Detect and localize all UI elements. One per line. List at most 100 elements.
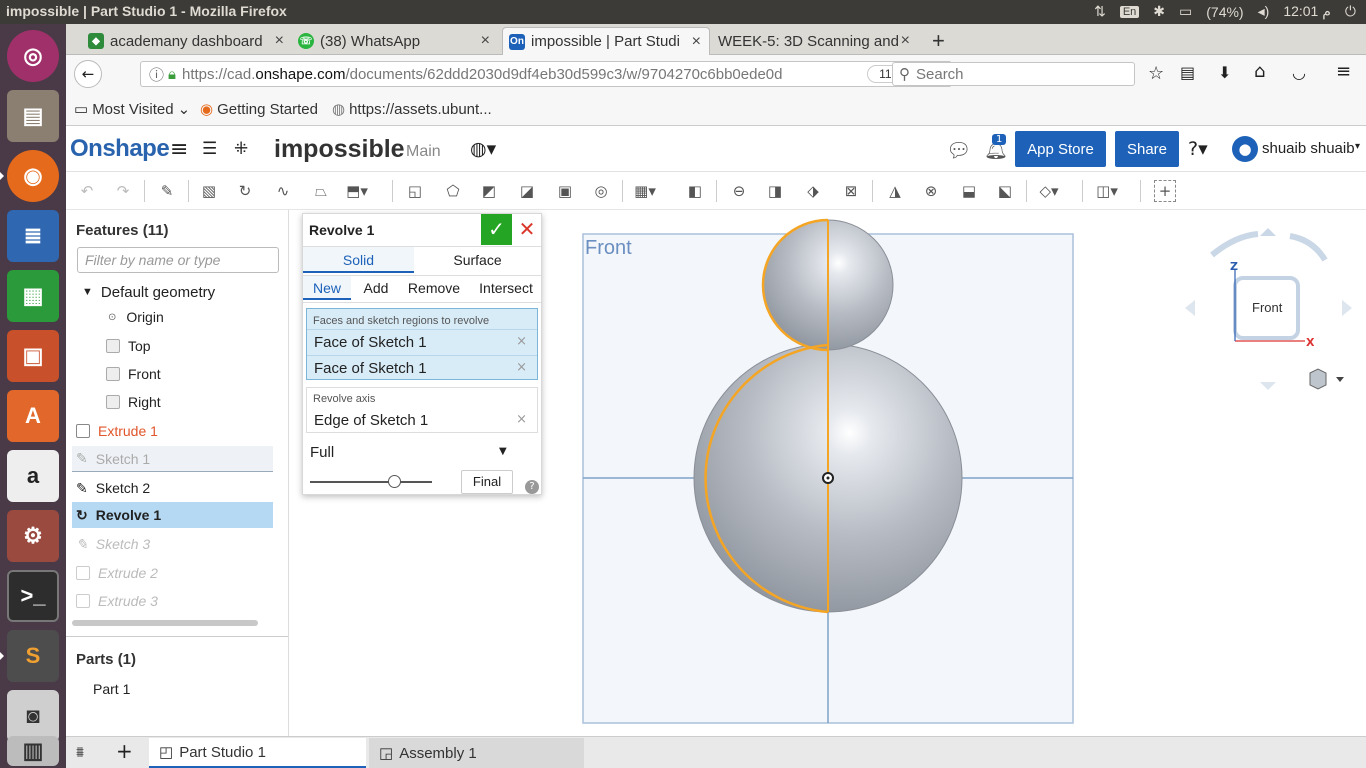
settings-icon[interactable]: ⚙: [7, 510, 59, 562]
avatar[interactable]: ●: [1232, 136, 1258, 162]
terminal-icon[interactable]: >_: [7, 570, 59, 622]
trash-icon[interactable]: ▥: [7, 736, 59, 766]
revolve-axis-box[interactable]: Revolve axis Edge of Sketch 1 ×: [306, 387, 538, 433]
fillet-icon[interactable]: ◱: [404, 180, 426, 202]
boolean-icon[interactable]: ⊖: [728, 180, 750, 202]
view-cube-face-label[interactable]: Front: [1252, 300, 1283, 315]
part-item[interactable]: Part 1: [93, 681, 130, 697]
user-menu-chevron-icon[interactable]: ▾: [1355, 141, 1360, 152]
plane-right-item[interactable]: Right: [106, 389, 321, 415]
tab-manager-icon[interactable]: ⩩: [76, 743, 84, 761]
hole-icon[interactable]: ◎: [590, 180, 612, 202]
pocket-icon[interactable]: ◡: [1292, 63, 1306, 82]
downloads-icon[interactable]: ⬇: [1218, 63, 1231, 82]
extrude-icon[interactable]: ▧: [198, 180, 220, 202]
feature-sketch-1[interactable]: ✎ Sketch 1: [72, 446, 273, 472]
tab-academany[interactable]: ◆ academany dashboard ×: [82, 27, 292, 55]
search-input[interactable]: ⚲ Search: [892, 62, 1135, 86]
loft-icon[interactable]: ⏢: [310, 180, 332, 202]
files-icon[interactable]: ▤: [7, 90, 59, 142]
feature-filter-input[interactable]: Filter by name or type: [77, 247, 279, 273]
shell-icon[interactable]: ▣: [554, 180, 576, 202]
sketch-icon[interactable]: ✎: [156, 180, 178, 202]
amazon-icon[interactable]: a: [7, 450, 59, 502]
keyboard-indicator[interactable]: En: [1119, 5, 1140, 18]
chevron-down-icon[interactable]: ▼: [82, 286, 93, 298]
feature-extrude-2[interactable]: Extrude 2: [76, 560, 291, 586]
most-visited-bookmark[interactable]: ▭ Most Visited ⌄: [74, 100, 190, 119]
add-custom-feature-icon[interactable]: +: [1154, 180, 1176, 202]
plane-front-item[interactable]: Front: [106, 361, 321, 387]
delete-part-icon[interactable]: ⊠: [840, 180, 862, 202]
tree-scrollbar[interactable]: [72, 620, 258, 626]
firefox-icon[interactable]: ◉: [0, 150, 59, 202]
home-icon[interactable]: ⌂: [1254, 61, 1265, 82]
cancel-button[interactable]: ✕: [512, 214, 542, 245]
sheet-metal-icon[interactable]: ◫▾: [1096, 180, 1118, 202]
user-name[interactable]: shuaib shuaib: [1262, 140, 1355, 157]
globe-share-icon[interactable]: ◍▾: [470, 138, 496, 160]
face-selection-item[interactable]: Face of Sketch 1 ×: [307, 355, 537, 380]
url-bar[interactable]: ⓘ 🔒︎ https://cad. onshape.com/documents/6…: [140, 61, 952, 87]
assets-bookmark[interactable]: ◍ https://assets.ubunt...: [332, 100, 492, 119]
onshape-logo[interactable]: Onshape: [70, 135, 170, 163]
feature-extrude-1[interactable]: Extrude 1: [76, 418, 291, 444]
close-tab-icon[interactable]: ×: [901, 32, 910, 50]
split-icon[interactable]: ◨: [764, 180, 786, 202]
final-button[interactable]: Final: [461, 470, 513, 494]
remove-selection-icon[interactable]: ×: [516, 412, 527, 427]
mirror-icon[interactable]: ◧: [684, 180, 706, 202]
plane-top-item[interactable]: Top: [106, 333, 321, 359]
close-tab-icon[interactable]: ×: [275, 32, 284, 50]
op-new[interactable]: New: [303, 276, 351, 300]
close-tab-icon[interactable]: ×: [692, 33, 701, 51]
hamburger-menu-icon[interactable]: ≡: [170, 137, 188, 162]
calc-icon[interactable]: ▦: [7, 270, 59, 322]
network-icon[interactable]: ⇅: [1094, 3, 1106, 20]
tab-onshape[interactable]: On impossible | Part Studi ×: [502, 27, 710, 55]
sweep-icon[interactable]: ∿: [272, 180, 294, 202]
help-icon[interactable]: ?: [525, 480, 539, 494]
remove-selection-icon[interactable]: ×: [516, 360, 527, 375]
document-name[interactable]: impossible: [274, 135, 405, 164]
info-icon[interactable]: ⓘ: [149, 64, 164, 85]
undo-icon[interactable]: ↶: [76, 180, 98, 202]
faces-selection-box[interactable]: Faces and sketch regions to revolve Face…: [306, 308, 538, 380]
feature-sketch-2[interactable]: ✎ Sketch 2: [76, 475, 291, 501]
add-tab-button[interactable]: +: [116, 739, 133, 763]
revolve-type-select[interactable]: Full ▼: [303, 440, 513, 466]
replace-face-icon[interactable]: ⬕: [994, 180, 1016, 202]
camera-icon[interactable]: ◙: [7, 690, 59, 742]
tab-week5[interactable]: WEEK-5: 3D Scanning and ×: [712, 27, 918, 55]
battery-icon[interactable]: ▭: [1179, 3, 1192, 20]
power-icon[interactable]: ⏻: [1345, 3, 1356, 20]
feature-revolve-1[interactable]: ↻ Revolve 1: [72, 502, 273, 528]
transform-icon[interactable]: ⬗: [802, 180, 824, 202]
op-remove[interactable]: Remove: [403, 276, 465, 300]
close-tab-icon[interactable]: ×: [481, 32, 490, 50]
history-slider-handle[interactable]: [388, 475, 401, 488]
draft-icon[interactable]: ◩: [478, 180, 500, 202]
getting-started-bookmark[interactable]: ◉ Getting Started: [200, 100, 318, 119]
redo-icon[interactable]: ↷: [112, 180, 134, 202]
tab-surface[interactable]: Surface: [422, 247, 533, 273]
help-icon[interactable]: ?▾: [1188, 138, 1208, 160]
chamfer-icon[interactable]: ⬠: [442, 180, 464, 202]
volume-icon[interactable]: ◂): [1258, 3, 1270, 20]
plane-icon[interactable]: ◇▾: [1038, 180, 1060, 202]
history-slider-track[interactable]: [310, 481, 432, 483]
default-geometry-folder[interactable]: ▼ Default geometry: [82, 279, 297, 305]
thicken-icon[interactable]: ⬒▾: [346, 180, 368, 202]
tab-solid[interactable]: Solid: [303, 247, 414, 273]
sublime-text-icon[interactable]: S: [0, 630, 59, 682]
reading-list-icon[interactable]: ▤: [1180, 63, 1195, 82]
app-store-button[interactable]: App Store: [1015, 131, 1106, 167]
view-cube[interactable]: Front X Z: [1185, 228, 1352, 390]
tab-part-studio-1[interactable]: ◰ Part Studio 1: [149, 738, 366, 768]
comments-icon[interactable]: 💬︎: [946, 138, 971, 162]
pattern-icon[interactable]: ▦▾: [634, 180, 656, 202]
revolve-icon[interactable]: ↻: [234, 180, 256, 202]
share-button[interactable]: Share: [1115, 131, 1179, 167]
ubuntu-dash-icon[interactable]: ◎: [7, 30, 59, 82]
tab-whatsapp[interactable]: ☏ (38) WhatsApp ×: [292, 27, 498, 55]
